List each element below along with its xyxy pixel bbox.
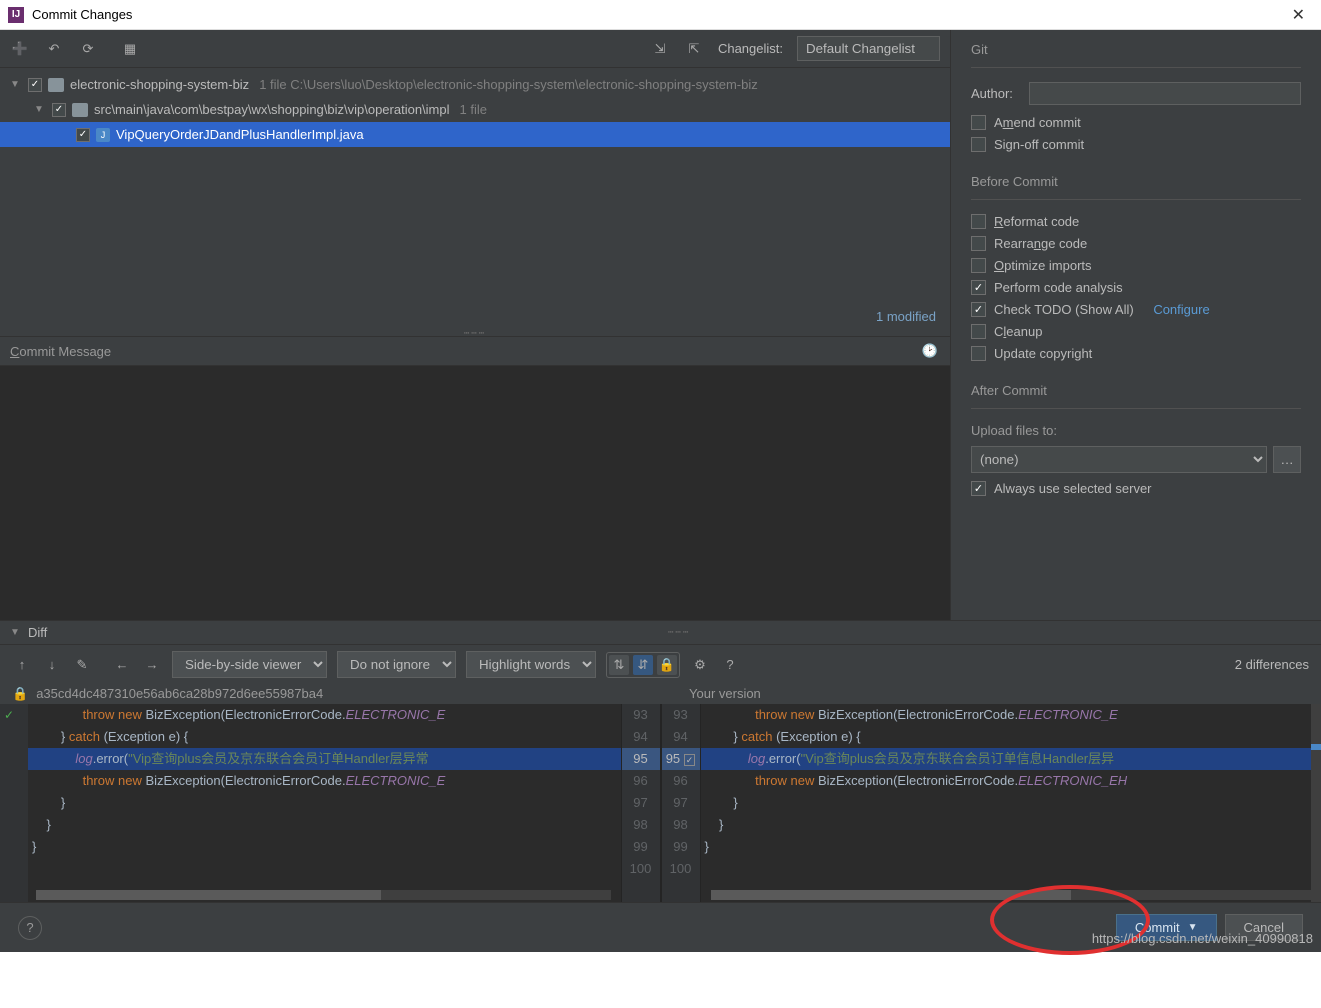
differences-count: 2 differences	[1235, 657, 1309, 672]
tree-file[interactable]: J VipQueryOrderJDandPlusHandlerImpl.java	[0, 122, 950, 147]
commit-message-input[interactable]	[0, 365, 950, 620]
rearrange-checkbox[interactable]: Rearrange code	[971, 236, 1301, 251]
chevron-down-icon[interactable]: ▼	[34, 104, 46, 115]
always-use-server-checkbox[interactable]: Always use selected server	[971, 481, 1301, 496]
checkbox[interactable]	[52, 103, 66, 117]
group-by-icon[interactable]: ▦	[120, 39, 140, 59]
highlight-dropdown[interactable]: Highlight words	[466, 651, 596, 678]
perform-analysis-checkbox[interactable]: Perform code analysis	[971, 280, 1301, 295]
back-icon[interactable]: ←	[112, 655, 132, 675]
watermark: https://blog.csdn.net/weixin_40990818	[1092, 931, 1313, 946]
diff-section-header[interactable]: ▼ Diff ┅┅┅	[0, 621, 1321, 644]
copyright-checkbox[interactable]: Update copyright	[971, 346, 1301, 361]
amend-commit-checkbox[interactable]: Amend commit	[971, 115, 1301, 130]
lock-icon: 🔒	[12, 686, 28, 702]
drag-handle[interactable]: ┅┅┅	[0, 328, 950, 336]
tree-root-meta: 1 file C:\Users\luo\Desktop\electronic-s…	[259, 77, 758, 92]
upload-label: Upload files to:	[971, 423, 1301, 438]
author-input[interactable]	[1029, 82, 1301, 105]
tree-pkg[interactable]: ▼ src\main\java\com\bestpay\wx\shopping\…	[0, 97, 950, 122]
check-todo-checkbox[interactable]: Check TODO (Show All) Configure	[971, 302, 1301, 317]
signoff-checkbox[interactable]: Sign-off commit	[971, 137, 1301, 152]
diff-toolbar: ↑ ↓ ✎ ← → Side-by-side viewer Do not ign…	[0, 644, 1321, 684]
optimize-checkbox[interactable]: Optimize imports	[971, 258, 1301, 273]
close-icon[interactable]: ✕	[1284, 5, 1313, 25]
help-icon[interactable]: ?	[720, 655, 740, 675]
collapse-unchanged-icon[interactable]: ⇅	[609, 655, 629, 675]
changes-tree[interactable]: ▼ electronic-shopping-system-biz 1 file …	[0, 68, 950, 305]
window-title: Commit Changes	[32, 7, 1284, 22]
check-icon: ✓	[4, 708, 14, 722]
java-file-icon: J	[96, 128, 110, 142]
tree-pkg-label: src\main\java\com\bestpay\wx\shopping\bi…	[94, 102, 450, 117]
tree-root[interactable]: ▼ electronic-shopping-system-biz 1 file …	[0, 72, 950, 97]
folder-icon	[72, 103, 88, 117]
checkbox[interactable]	[28, 78, 42, 92]
author-label: Author:	[971, 86, 1021, 101]
changelist-dropdown[interactable]: Default Changelist	[797, 36, 940, 61]
changelist-label: Changelist:	[718, 41, 783, 56]
horizontal-scrollbar[interactable]	[711, 890, 1312, 900]
configure-link[interactable]: Configure	[1153, 302, 1209, 317]
viewer-dropdown[interactable]: Side-by-side viewer	[172, 651, 327, 678]
horizontal-scrollbar[interactable]	[36, 890, 611, 900]
settings-icon[interactable]: ⚙	[690, 655, 710, 675]
commit-message-header: Commit Message 🕑	[0, 336, 950, 365]
folder-icon	[48, 78, 64, 92]
diff-viewer[interactable]: ✓ throw new BizException(ElectronicError…	[0, 704, 1321, 902]
edit-icon[interactable]: ✎	[72, 655, 92, 675]
chevron-down-icon[interactable]: ▼	[10, 79, 22, 90]
commit-hash: a35cd4dc487310e56ab6ca28b972d6ee55987ba4	[36, 686, 689, 702]
history-icon[interactable]: 🕑	[920, 341, 940, 361]
modifications-count: 1 modified	[0, 305, 950, 328]
before-commit-header: Before Commit	[971, 174, 1301, 189]
upload-browse-button[interactable]: …	[1273, 446, 1301, 473]
show-diff-icon[interactable]: ➕	[10, 39, 30, 59]
right-version-label: Your version	[689, 686, 1309, 702]
ignore-dropdown[interactable]: Do not ignore	[337, 651, 456, 678]
error-stripe[interactable]	[1311, 704, 1321, 902]
undo-icon[interactable]: ↶	[44, 39, 64, 59]
refresh-icon[interactable]: ⟳	[78, 39, 98, 59]
reformat-checkbox[interactable]: Reformat code	[971, 214, 1301, 229]
git-section-header: Git	[971, 42, 1301, 57]
after-commit-header: After Commit	[971, 383, 1301, 398]
checkbox[interactable]	[76, 128, 90, 142]
forward-icon[interactable]: →	[142, 655, 162, 675]
help-button[interactable]: ?	[18, 916, 42, 940]
lock-icon[interactable]: 🔒	[657, 655, 677, 675]
chevron-down-icon[interactable]: ▼	[10, 627, 22, 638]
expand-all-icon[interactable]: ⇲	[650, 39, 670, 59]
dialog-buttons: ? Commit▼ Cancel https://blog.csdn.net/w…	[0, 902, 1321, 952]
tree-root-label: electronic-shopping-system-biz	[70, 77, 249, 92]
changes-toolbar: ➕ ↶ ⟳ ▦ ⇲ ⇱ Changelist: Default Changeli…	[0, 30, 950, 68]
upload-dropdown[interactable]: (none)	[971, 446, 1267, 473]
tree-file-label: VipQueryOrderJDandPlusHandlerImpl.java	[116, 127, 364, 142]
prev-diff-icon[interactable]: ↑	[12, 655, 32, 675]
sync-scroll-icon[interactable]: ⇵	[633, 655, 653, 675]
cleanup-checkbox[interactable]: Cleanup	[971, 324, 1301, 339]
tree-pkg-meta: 1 file	[460, 102, 487, 117]
titlebar: IJ Commit Changes ✕	[0, 0, 1321, 30]
collapse-all-icon[interactable]: ⇱	[684, 39, 704, 59]
app-icon: IJ	[8, 7, 24, 23]
next-diff-icon[interactable]: ↓	[42, 655, 62, 675]
